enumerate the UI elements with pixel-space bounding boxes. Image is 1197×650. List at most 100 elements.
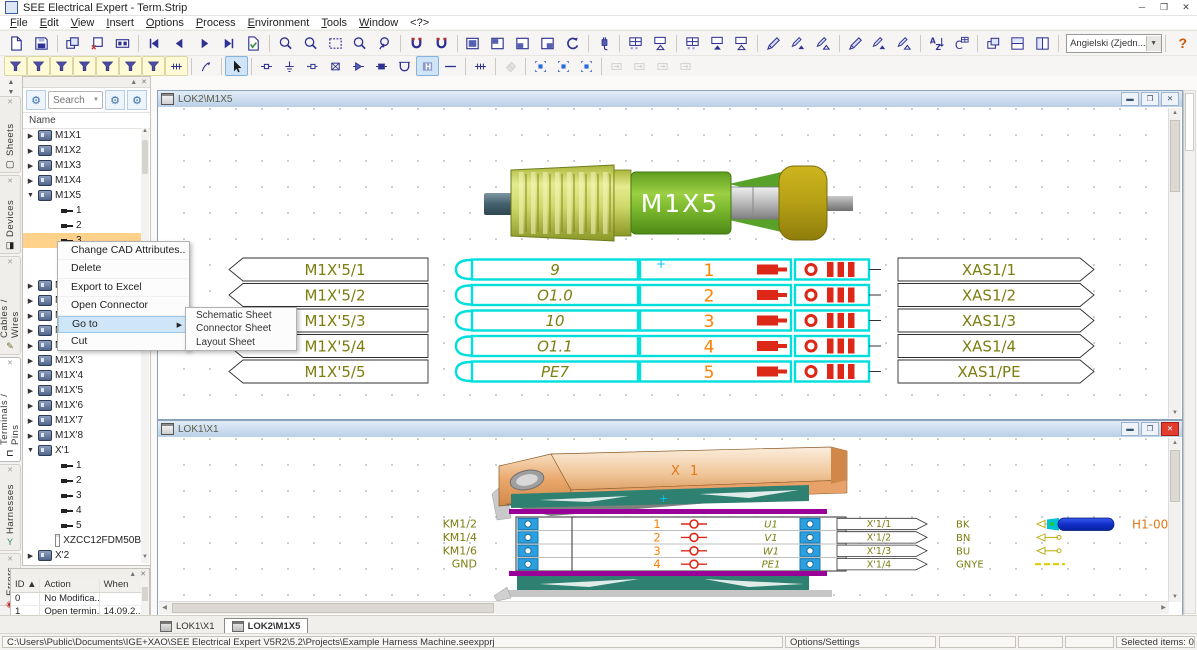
history-scroll-thumb[interactable] — [142, 587, 148, 601]
history-col-1[interactable]: Action — [40, 579, 99, 592]
submenu-item-connector-sheet[interactable]: Connector Sheet — [186, 322, 296, 335]
tree-item-m1x'4[interactable]: ▶M1X'4 — [23, 368, 141, 383]
terminal-row-m1x'52[interactable]: M1X'5/2O1.02XAS1/2 — [229, 284, 1094, 307]
scroll-right-icon[interactable]: ▶ — [1158, 602, 1169, 614]
close-button[interactable]: ✕ — [1161, 422, 1179, 436]
sheet-preview-icon[interactable] — [110, 32, 135, 55]
context-item-open-connector[interactable]: Open Connector — [58, 297, 189, 315]
first-sheet-icon[interactable] — [142, 32, 167, 55]
snap-node-icon[interactable] — [529, 56, 552, 76]
canvas-vscrollbar[interactable]: ▲ ▼ — [1168, 438, 1181, 602]
snap-magnet-component-icon[interactable] — [429, 32, 454, 55]
tree-item-m1x'5[interactable]: ▶M1X'5 — [23, 383, 141, 398]
expander-icon[interactable]: ▶ — [26, 177, 35, 185]
history-header[interactable]: ID ▲ActionWhen — [11, 579, 141, 593]
menu-environment[interactable]: Environment — [242, 17, 316, 29]
snap-magnet-icon[interactable] — [404, 32, 429, 55]
expander-icon[interactable]: ▶ — [26, 132, 35, 140]
tree-item-m1x'7[interactable]: ▶M1X'7 — [23, 413, 141, 428]
view-quarter-br-icon[interactable] — [535, 32, 560, 55]
sheet-tab-lok2-m1x5[interactable]: LOK2\M1X5 — [224, 618, 309, 633]
context-item-go-to[interactable]: Go to▶ — [58, 316, 189, 333]
pins-row-icon[interactable] — [469, 56, 492, 76]
expander-icon[interactable]: ▶ — [26, 432, 35, 440]
wire-source-label[interactable]: GND — [452, 558, 477, 571]
scroll-down-icon[interactable]: ▼ — [1169, 408, 1181, 418]
dock-arrow-up-icon[interactable]: ▲ — [8, 79, 15, 86]
tree-item-1[interactable]: 1 — [23, 203, 141, 218]
wire-pen-icon[interactable] — [761, 32, 786, 55]
menu-options[interactable]: Options — [140, 17, 190, 29]
zoom-window-icon[interactable] — [323, 32, 348, 55]
terminal-block-3d-image[interactable]: X 1+ — [492, 447, 847, 520]
panel-pin-icon[interactable]: ▲ — [130, 79, 137, 86]
stub-right-icon[interactable] — [628, 56, 651, 76]
sheet-explorer-icon[interactable] — [61, 32, 86, 55]
add-gear-button[interactable]: ⚙ — [127, 90, 147, 110]
zoom-in-icon[interactable] — [273, 32, 298, 55]
line-icon[interactable] — [439, 56, 462, 76]
terminal-filter-7-icon[interactable] — [142, 56, 165, 76]
workspace-scrollbar[interactable] — [1183, 90, 1196, 614]
terminal-row-m1x'51[interactable]: M1X'5/191XAS1/1+ — [229, 257, 1094, 281]
expander-icon[interactable]: ▶ — [26, 402, 35, 410]
view-quarter-tl-icon[interactable] — [485, 32, 510, 55]
tree-item-m1x'8[interactable]: ▶M1X'8 — [23, 428, 141, 443]
search-box[interactable]: ▼ — [48, 91, 103, 109]
expander-icon[interactable]: ▶ — [26, 552, 35, 560]
tree-item-2[interactable]: 2 — [23, 473, 141, 488]
insert-plug-icon[interactable] — [592, 32, 617, 55]
expander-icon[interactable]: ▶ — [26, 282, 35, 290]
restore-button[interactable]: ❐ — [1141, 92, 1159, 106]
reroute-arrow-icon[interactable] — [195, 56, 218, 76]
expander-icon[interactable]: ▶ — [26, 327, 35, 335]
copy-sheet-icon[interactable] — [85, 32, 110, 55]
maximize-button[interactable]: ❐ — [1153, 0, 1175, 14]
expander-icon[interactable]: ▶ — [26, 312, 35, 320]
pin-grid-remove-icon[interactable] — [730, 32, 755, 55]
last-sheet-icon[interactable] — [216, 32, 241, 55]
scroll-left-icon[interactable]: ◀ — [159, 602, 170, 614]
h-terminal-icon[interactable] — [416, 56, 439, 76]
sheet-window-lok2-m1x5[interactable]: LOK2\M1X5 ▬❐✕ M1X5 M1X'5/191XAS1/1+ M1X'5/… — [157, 90, 1183, 420]
search-dropdown-icon[interactable]: ▼ — [93, 97, 102, 103]
stub-closed-icon[interactable] — [674, 56, 697, 76]
tab-close-icon[interactable]: ✕ — [7, 360, 13, 368]
menu-?[interactable]: <?> — [404, 17, 435, 29]
dock-scroll-arrows[interactable]: ▲▼ — [0, 76, 22, 96]
snap-grid-icon[interactable] — [552, 56, 575, 76]
child-window-titlebar[interactable]: LOK1\X1 ▬❐✕ — [158, 421, 1182, 437]
history-col-2[interactable]: When — [100, 579, 141, 592]
new-document-icon[interactable] — [4, 32, 29, 55]
combo-dropdown-icon[interactable]: ▼ — [1146, 36, 1161, 51]
expander-icon[interactable]: ▶ — [26, 297, 35, 305]
tree-item-x'2[interactable]: ▶X'2 — [23, 548, 141, 563]
window-tile-vertical-icon[interactable] — [1030, 32, 1055, 55]
title-bar[interactable]: SEE Electrical Expert - Term.Strip ─❐✕ — [0, 0, 1197, 16]
sheet-window-lok1-x1[interactable]: LOK1\X1 ▬❐✕ X 1+1U1KM1/2X'1/1BK2V1KM1/4X… — [157, 420, 1183, 616]
wire-pen-remove-icon[interactable] — [811, 32, 836, 55]
connector-3d-image[interactable]: M1X5 — [484, 165, 853, 241]
view-quarter-bl-icon[interactable] — [510, 32, 535, 55]
recalc-icon[interactable] — [949, 32, 974, 55]
snap-clamp-icon[interactable] — [575, 56, 598, 76]
panel-close-icon[interactable]: ✕ — [141, 78, 147, 86]
history-pin-icon[interactable]: ▲ — [129, 571, 136, 578]
pin-grid-icon[interactable] — [680, 32, 705, 55]
submenu-item-layout-sheet[interactable]: Layout Sheet — [186, 336, 296, 349]
expander-icon[interactable]: ▶ — [26, 162, 35, 170]
terminal-filter-5-icon[interactable] — [96, 56, 119, 76]
help-button[interactable]: ? — [1169, 35, 1197, 51]
menu-edit[interactable]: Edit — [34, 17, 65, 29]
expander-icon[interactable]: ▶ — [26, 342, 35, 350]
window-tile-horizontal-icon[interactable] — [1006, 32, 1031, 55]
scroll-thumb[interactable] — [1170, 450, 1180, 502]
cable-pen-insert-icon[interactable] — [868, 32, 893, 55]
expander-icon[interactable]: ▼ — [26, 192, 35, 199]
redraw-icon[interactable] — [560, 32, 585, 55]
sheet-tab-lok1-x1[interactable]: LOK1\X1 — [153, 620, 222, 633]
child-window-titlebar[interactable]: LOK2\M1X5 ▬❐✕ — [158, 91, 1182, 107]
stub-open-icon[interactable] — [651, 56, 674, 76]
tree-item-m1x'3[interactable]: ▶M1X'3 — [23, 353, 141, 368]
wire-source-label[interactable]: KM1/4 — [443, 531, 477, 544]
